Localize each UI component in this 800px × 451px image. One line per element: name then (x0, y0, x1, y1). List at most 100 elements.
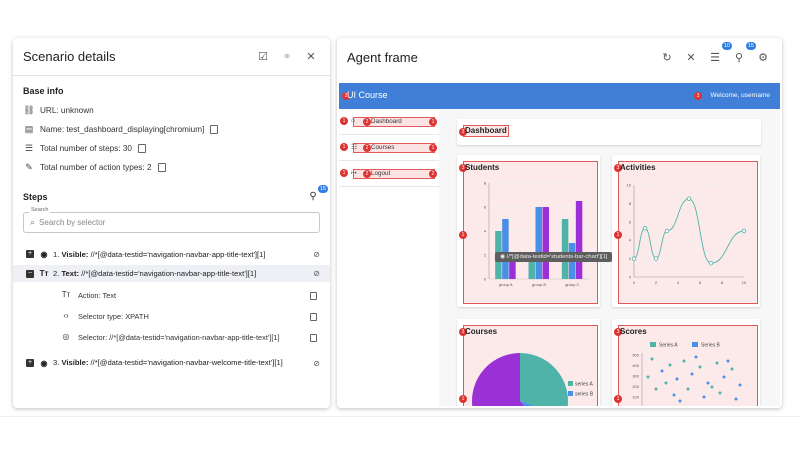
expand-icon[interactable]: + (26, 359, 34, 367)
step-number: 2. (53, 269, 60, 278)
dashboard-content: 3 Dashboard 3 Students 1 0 2 4 6 8 group Agro… (439, 109, 780, 406)
data-point (668, 363, 672, 367)
agent-frame-header: Agent frame ↻ ✕ ☰ 10 ⚲ 15 ⚙ (337, 38, 782, 76)
eye-off-icon[interactable]: ⊘ (313, 250, 320, 259)
copy-icon[interactable] (310, 313, 317, 321)
scenario-details-title: Scenario details (23, 49, 116, 64)
copy-icon[interactable] (310, 334, 317, 342)
bar (502, 219, 509, 279)
name-row: ▤ Name: test_dashboard_displaying[chromi… (23, 120, 330, 139)
scores-card: 3 Scores 1 Series A Series B 500 400 300 200 1… (612, 319, 760, 406)
y-tick-label: 0 (629, 275, 632, 280)
home-icon: ⌂ (351, 117, 356, 124)
courses-pie-chart: series A series B (472, 353, 594, 406)
data-point (730, 367, 734, 371)
expand-icon[interactable]: + (26, 250, 34, 258)
dashboard-title: Dashboard (465, 126, 507, 135)
step-2[interactable]: − Tт 2. Text: //*[@data-testid='navigati… (13, 265, 330, 282)
y-tick-label: 6 (629, 219, 632, 224)
tooltip-text: //*[@data-testid='students-bar-chart'][1… (506, 254, 608, 260)
legend-label: series B (575, 392, 594, 398)
data-point (678, 399, 682, 403)
y-tick-label: 100 (632, 395, 639, 400)
settings-icon[interactable]: ⚙ (754, 48, 772, 66)
steps-badge: 15 (317, 185, 328, 193)
bar (535, 207, 542, 279)
agent-frame-title: Agent frame (347, 49, 418, 65)
data-point (675, 377, 679, 381)
eye-off-icon[interactable]: ⊘ (313, 269, 320, 278)
list-filter-icon[interactable]: ☰ 10 (706, 42, 732, 66)
step-3[interactable]: + ◉ 3. Visible: //*[@data-testid='naviga… (13, 351, 330, 375)
data-point (682, 359, 686, 363)
stage: Scenario details ☑ ⚭ ✕ Base info ⛓ URL: … (0, 0, 800, 451)
y-tick-label: 2 (629, 256, 632, 261)
marker-badge: 1 (429, 118, 437, 126)
dashboard-title-card: 3 Dashboard (457, 119, 761, 145)
x-tick-label: group A (499, 282, 513, 287)
scenario-details-panel: Scenario details ☑ ⚭ ✕ Base info ⛓ URL: … (13, 38, 330, 408)
data-point (660, 369, 664, 373)
filter-icon[interactable]: ⚲ 15 (306, 185, 328, 202)
data-point (738, 383, 742, 387)
eye-off-icon[interactable]: ⊘ (313, 359, 320, 368)
url-text: URL: unknown (40, 106, 94, 115)
marker-badge: 2 (363, 170, 371, 178)
activities-title: Activities (620, 163, 656, 172)
link-icon[interactable]: ⚭ (278, 48, 296, 66)
eye-icon: ◉ (40, 358, 48, 368)
step-number: 1. (53, 249, 60, 259)
y-tick-label: 6 (484, 205, 487, 210)
legend-label: Series B (701, 343, 721, 349)
document-icon: ▤ (24, 124, 34, 134)
legend-swatch (692, 342, 698, 347)
x-tick-label: 0 (633, 280, 636, 285)
link-icon: ⛓ (23, 105, 35, 115)
nav-label: Courses (371, 144, 395, 151)
nav-item-courses[interactable]: 1 ☷ 2 Courses 1 (339, 135, 439, 161)
x-tick-label: 6 (699, 280, 702, 285)
search-icon: ⌕ (30, 217, 36, 227)
refresh-icon[interactable]: ↻ (658, 48, 676, 66)
app-frame: 2 UI Course 3 Welcome, username 1 ⌂ 2 Da… (339, 83, 780, 406)
wrench-icon: ✎ (25, 162, 33, 172)
total-action-types-text: Total number of action types: 2 (40, 163, 152, 172)
copy-icon[interactable] (137, 144, 146, 153)
copy-icon[interactable] (210, 125, 219, 134)
step-1[interactable]: + ◉ 1. Visible: //*[@data-testid='naviga… (13, 243, 330, 265)
copy-icon[interactable] (157, 163, 166, 172)
close-icon[interactable]: ✕ (682, 48, 700, 66)
step-2-action-text: Action: Text (78, 291, 117, 300)
app-sidebar: 1 ⌂ 2 Dashboard 1 1 ☷ 2 Courses 1 1 ↦ 2 … (339, 109, 439, 406)
agent-frame-panel: Agent frame ↻ ✕ ☰ 10 ⚲ 15 ⚙ 2 UI Course 3 … (337, 38, 782, 408)
y-tick-label: 0 (484, 277, 487, 282)
url-row: ⛓ URL: unknown (23, 101, 330, 120)
steps-heading: Steps (23, 191, 48, 202)
scenario-details-header: Scenario details ☑ ⚭ ✕ (13, 38, 330, 76)
data-point (722, 375, 726, 379)
nav-item-logout[interactable]: 1 ↦ 2 Logout 2 (339, 161, 439, 187)
marker-badge: 2 (429, 170, 437, 178)
text-type-icon: Tт (61, 290, 71, 299)
data-point (726, 359, 730, 363)
search-input[interactable] (39, 218, 319, 227)
data-point (708, 260, 714, 266)
nav-item-dashboard[interactable]: 1 ⌂ 2 Dashboard 1 (339, 109, 439, 135)
y-tick-label: 4 (629, 238, 632, 243)
data-point (642, 226, 648, 231)
data-point (664, 381, 668, 385)
step-2-selector-text: Selector: //*[@data-testid='navigation-n… (78, 333, 280, 342)
data-point (672, 393, 676, 397)
total-action-types-row: ✎ Total number of action types: 2 (23, 158, 330, 177)
collapse-icon[interactable]: − (26, 269, 34, 278)
y-tick-label: 8 (484, 181, 487, 186)
marker-badge: 1 (459, 231, 467, 239)
close-icon[interactable]: ✕ (302, 48, 320, 66)
checkbox-icon[interactable]: ☑ (254, 48, 272, 66)
x-tick-label: 10 (742, 280, 747, 285)
data-point (653, 256, 659, 261)
filter-icon[interactable]: ⚲ 15 (730, 42, 756, 66)
copy-icon[interactable] (310, 292, 317, 300)
data-point (706, 381, 710, 385)
step-2-action-row: Tт Action: Text (13, 290, 330, 301)
